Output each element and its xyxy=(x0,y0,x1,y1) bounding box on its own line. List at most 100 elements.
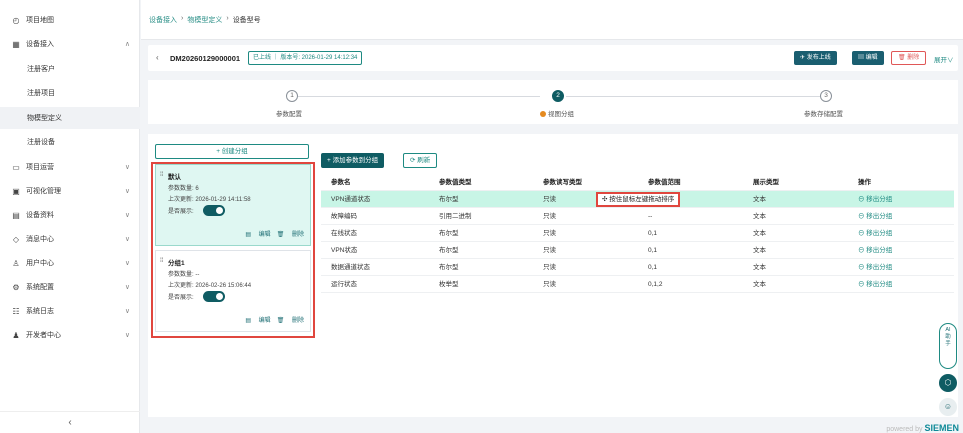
breadcrumb-thing-model[interactable]: 物模型定义 xyxy=(187,15,222,25)
table-row[interactable]: 在线状态 布尔型 只读 0,1 文本 ⊖ 移出分组 xyxy=(321,225,954,242)
edit-button[interactable]: ▤ 编辑 xyxy=(852,51,884,65)
edit-group-button[interactable]: ▤ 编辑 xyxy=(245,318,270,324)
cube-icon[interactable]: ⬡ xyxy=(939,374,957,392)
delete-group-button[interactable]: 🗑 删除 xyxy=(277,318,304,324)
chevron-down-icon: ∨ xyxy=(124,164,130,171)
remove-from-group-button[interactable]: ⊖ 移出分组 xyxy=(858,276,892,293)
footer-logo: SIEMEN xyxy=(924,423,959,433)
table-row[interactable]: VPN通道状态 布尔型 只读 ✣ 按住鼠标左键拖动排序 文本 ⊖ 移出分组 xyxy=(321,191,954,208)
group-updated: 上次更新: 2026-02-26 15:06:44 xyxy=(168,283,252,289)
steps: 1 参数配置 2 视图分组 3 参数存储配置 xyxy=(148,80,958,124)
cell: 在线状态 xyxy=(331,230,357,237)
sidebar-item-label: 注册设备 xyxy=(27,139,55,146)
sidebar-item-label: 项目运营 xyxy=(26,164,54,171)
drag-sort-tooltip: ✣ 按住鼠标左键拖动排序 xyxy=(596,192,681,207)
cell: 文本 xyxy=(753,247,766,254)
group-card[interactable]: ⁞⁞ 默认 参数数量: 6 上次更新: 2026-01-29 14:11:58 … xyxy=(155,164,311,246)
group-actions: ▤ 编辑 🗑 删除 xyxy=(239,315,304,324)
step-connector xyxy=(298,96,540,97)
sidebar-item-system-config[interactable]: ⚙ 系统配置 ∨ xyxy=(0,277,140,297)
chevron-down-icon: ∨ xyxy=(124,284,130,291)
footer-prefix: powered by xyxy=(886,426,923,433)
user-icon: ♙ xyxy=(12,258,20,268)
chevron-down-icon: ∨ xyxy=(124,188,130,195)
sidebar-item-messages[interactable]: ◇ 消息中心 ∨ xyxy=(0,229,140,249)
cell: 只读 xyxy=(543,247,556,254)
chat-icon[interactable]: ☺ xyxy=(939,398,957,416)
delete-button[interactable]: 🗑 删除 xyxy=(891,51,927,65)
sidebar-item-thing-model[interactable]: 物模型定义 xyxy=(0,107,140,129)
ai-assistant-button[interactable]: AI 助 手 xyxy=(939,323,957,369)
group-updated: 上次更新: 2026-01-29 14:11:58 xyxy=(168,197,251,203)
device-id: DM20260129000001 xyxy=(170,54,241,63)
sidebar-item-device-access[interactable]: ▦ 设备接入 ∧ xyxy=(0,34,140,54)
col-actions: 操作 xyxy=(858,179,871,186)
topbar: 设备接入 › 物模型定义 › 设备型号 xyxy=(141,0,963,40)
sidebar-item-register-project[interactable]: 注册项目 xyxy=(0,83,140,103)
drag-handle-icon[interactable]: ⁞⁞ xyxy=(160,257,164,264)
cell: 只读 xyxy=(543,264,556,271)
breadcrumb-device-access[interactable]: 设备接入 xyxy=(149,15,177,25)
remove-from-group-button[interactable]: ⊖ 移出分组 xyxy=(858,225,892,242)
group-show-toggle[interactable] xyxy=(203,291,225,302)
cell: 文本 xyxy=(753,281,766,288)
group-count: 参数数量: 6 xyxy=(168,186,199,192)
bell-icon: ◇ xyxy=(12,234,20,244)
sidebar-item-project-map[interactable]: ◴ 项目地图 xyxy=(0,10,140,30)
expand-button[interactable]: 展开∨ xyxy=(934,54,954,64)
cell: 0,1,2 xyxy=(648,281,663,288)
publish-button[interactable]: ✈ 发布上线 xyxy=(794,51,837,65)
remove-from-group-button[interactable]: ⊖ 移出分组 xyxy=(858,208,892,225)
chevron-up-icon: ∧ xyxy=(124,41,130,48)
edit-group-button[interactable]: ▤ 编辑 xyxy=(245,232,270,238)
chevron-down-icon: ∨ xyxy=(124,260,130,267)
delete-group-button[interactable]: 🗑 删除 xyxy=(277,232,304,238)
table-row[interactable]: 数据通道状态 布尔型 只读 0,1 文本 ⊖ 移出分组 xyxy=(321,259,954,276)
create-group-button[interactable]: + 创建分组 xyxy=(155,144,309,159)
sidebar-collapse-button[interactable]: ‹ xyxy=(0,411,140,433)
table-row[interactable]: 故障编码 引用二进制 只读 -- 文本 ⊖ 移出分组 xyxy=(321,208,954,225)
group-show-label: 是否展示: xyxy=(168,295,194,301)
drag-handle-icon[interactable]: ⁞⁞ xyxy=(160,171,164,178)
sidebar-item-label: 开发者中心 xyxy=(26,332,61,339)
step-2-circle[interactable]: 2 xyxy=(552,90,564,102)
sidebar-item-project-ops[interactable]: ▭ 项目运营 ∨ xyxy=(0,157,140,177)
table-header: 参数名 参数值类型 参数读写类型 参数值范围 展示类型 操作 xyxy=(321,174,954,191)
col-value-type: 参数值类型 xyxy=(439,179,472,186)
remove-from-group-button[interactable]: ⊖ 移出分组 xyxy=(858,191,892,208)
remove-from-group-button[interactable]: ⊖ 移出分组 xyxy=(858,242,892,259)
table-row[interactable]: 运行状态 枚举型 只读 0,1,2 文本 ⊖ 移出分组 xyxy=(321,276,954,293)
sidebar-item-system-log[interactable]: ☷ 系统日志 ∨ xyxy=(0,301,140,321)
folder-icon: ▭ xyxy=(12,162,20,172)
breadcrumb: 设备接入 › 物模型定义 › 设备型号 xyxy=(149,15,261,25)
warning-icon xyxy=(540,111,546,117)
cell: 引用二进制 xyxy=(439,213,472,220)
cell: 布尔型 xyxy=(439,196,459,203)
sidebar-item-developer[interactable]: ♟ 开发者中心 ∨ xyxy=(0,325,140,345)
back-button[interactable]: ‹ xyxy=(156,53,159,62)
sidebar-item-label: 系统配置 xyxy=(26,284,54,291)
sidebar-item-visual[interactable]: ▣ 可视化管理 ∨ xyxy=(0,181,140,201)
table-row[interactable]: VPN状态 布尔型 只读 0,1 文本 ⊖ 移出分组 xyxy=(321,242,954,259)
group-card[interactable]: ⁞⁞ 分组1 参数数量: -- 上次更新: 2026-02-26 15:06:4… xyxy=(155,250,311,332)
cell: 只读 xyxy=(543,281,556,288)
refresh-button[interactable]: ⟳ 刷新 xyxy=(403,153,438,168)
chevron-down-icon: ∨ xyxy=(124,212,130,219)
status-badge: 已上线 ｜ 版本号: 2026-01-29 14:12:34 xyxy=(248,51,363,65)
sidebar-item-label: 注册项目 xyxy=(27,90,55,97)
sidebar-item-device-docs[interactable]: ▤ 设备资料 ∨ xyxy=(0,205,140,225)
sidebar-item-users[interactable]: ♙ 用户中心 ∨ xyxy=(0,253,140,273)
remove-from-group-button[interactable]: ⊖ 移出分组 xyxy=(858,259,892,276)
step-1-label: 参数配置 xyxy=(276,111,302,118)
step-3-circle[interactable]: 3 xyxy=(820,90,832,102)
footer-brand: powered by SIEMEN xyxy=(886,423,959,433)
col-range: 参数值范围 xyxy=(648,179,681,186)
group-show-toggle[interactable] xyxy=(203,205,225,216)
sidebar-item-register-device[interactable]: 注册设备 xyxy=(0,132,140,152)
step-1-circle[interactable]: 1 xyxy=(286,90,298,102)
step-connector xyxy=(566,96,820,97)
developer-icon: ♟ xyxy=(12,330,20,340)
sidebar-item-register-customer[interactable]: 注册客户 xyxy=(0,59,140,79)
add-param-to-group-button[interactable]: + 添加参数到分组 xyxy=(321,153,385,168)
dashboard-icon: ◴ xyxy=(12,15,20,25)
